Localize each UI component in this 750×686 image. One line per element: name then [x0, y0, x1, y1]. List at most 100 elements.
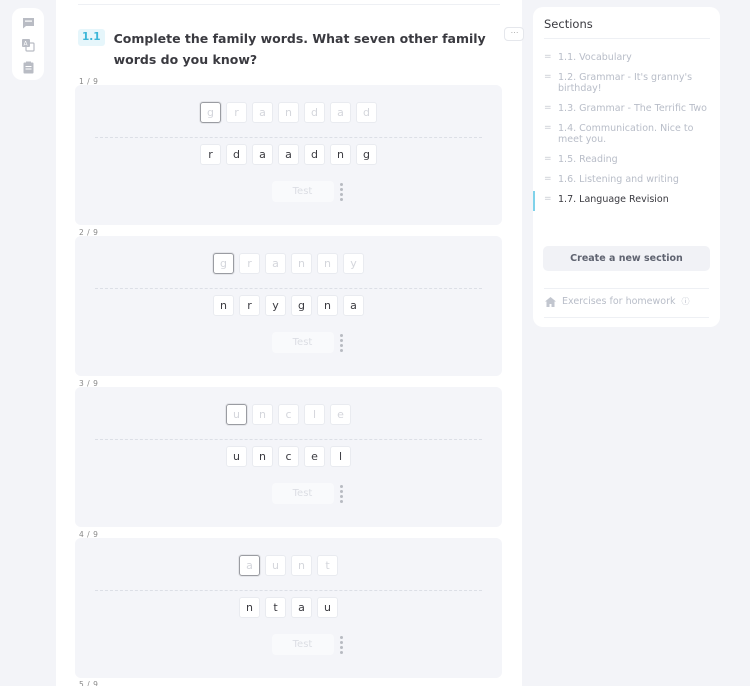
answer-slot[interactable]: d — [356, 102, 377, 123]
letter-tile[interactable]: n — [252, 446, 273, 467]
answer-slot[interactable]: t — [317, 555, 338, 576]
letter-tile[interactable]: g — [291, 295, 312, 316]
letter-tile[interactable]: a — [278, 144, 299, 165]
answer-slot[interactable]: c — [278, 404, 299, 425]
drag-handle-icon[interactable] — [339, 484, 344, 503]
letter-tile[interactable]: r — [200, 144, 221, 165]
letter-tile[interactable]: d — [304, 144, 325, 165]
drag-handle-icon[interactable]: = — [544, 52, 552, 63]
test-row: Test — [75, 332, 502, 353]
letter-tile[interactable]: n — [317, 295, 338, 316]
sections-divider — [544, 38, 710, 39]
answer-slot[interactable]: n — [291, 555, 312, 576]
letter-tile[interactable]: a — [343, 295, 364, 316]
letter-tile[interactable]: l — [330, 446, 351, 467]
comment-icon[interactable] — [20, 15, 36, 31]
letter-tile[interactable]: r — [239, 295, 260, 316]
test-row: Test — [75, 181, 502, 202]
section-label: 1.1. Vocabulary — [558, 52, 632, 63]
answer-slot[interactable]: a — [265, 253, 286, 274]
letter-tile[interactable]: d — [226, 144, 247, 165]
sections-title: Sections — [544, 17, 593, 31]
section-label: 1.3. Grammar - The Terrific Two — [558, 103, 707, 114]
task-card: aunt ntau Test — [75, 538, 502, 678]
letter-tile[interactable]: e — [304, 446, 325, 467]
answer-slot[interactable]: a — [239, 555, 260, 576]
task-card: grandad rdaadng Test — [75, 85, 502, 225]
letter-tile[interactable]: g — [356, 144, 377, 165]
section-item[interactable]: = 1.6. Listening and writing — [533, 174, 720, 185]
task-counter: 5 / 9 — [79, 680, 99, 686]
test-button[interactable]: Test — [271, 181, 334, 202]
section-item[interactable]: = 1.1. Vocabulary — [533, 52, 720, 63]
section-item[interactable]: = 1.7. Language Revision — [533, 191, 720, 211]
answer-slot[interactable]: u — [226, 404, 247, 425]
answer-slots: uncle — [75, 404, 502, 425]
letter-bank: uncel — [75, 446, 502, 467]
letter-tile[interactable]: n — [239, 597, 260, 618]
test-button[interactable]: Test — [271, 483, 334, 504]
drag-handle-icon[interactable]: = — [544, 123, 552, 134]
dashed-divider — [95, 137, 482, 138]
section-label: 1.6. Listening and writing — [558, 174, 679, 185]
letter-tile[interactable]: c — [278, 446, 299, 467]
section-label: 1.4. Communication. Nice to meet you. — [558, 123, 694, 145]
section-item[interactable]: = 1.5. Reading — [533, 154, 720, 165]
drag-handle-icon[interactable]: = — [544, 174, 552, 185]
drag-handle-icon[interactable]: = — [544, 72, 552, 83]
answer-slot[interactable]: u — [265, 555, 286, 576]
letter-tile[interactable]: t — [265, 597, 286, 618]
answer-slot[interactable]: y — [343, 253, 364, 274]
answer-slot[interactable]: r — [239, 253, 260, 274]
drag-handle-icon[interactable] — [339, 635, 344, 654]
section-item[interactable]: = 1.2. Grammar - It's granny's birthday! — [533, 72, 720, 94]
test-button[interactable]: Test — [271, 332, 334, 353]
answer-slot[interactable]: n — [317, 253, 338, 274]
letter-tile[interactable]: a — [252, 144, 273, 165]
letter-bank: rdaadng — [75, 144, 502, 165]
answer-slot[interactable]: l — [304, 404, 325, 425]
section-item[interactable]: = 1.4. Communication. Nice to meet you. — [533, 123, 720, 145]
answer-slots: aunt — [75, 555, 502, 576]
more-options-button[interactable]: ⋯ — [504, 27, 524, 41]
letter-tile[interactable]: n — [213, 295, 234, 316]
sections-panel: Sections = 1.1. Vocabulary = 1.2. Grammar -… — [533, 7, 720, 327]
drag-handle-icon[interactable]: = — [544, 154, 552, 165]
homework-link[interactable]: Exercises for homework ⓘ — [545, 296, 690, 307]
section-label: 1.5. Reading — [558, 154, 618, 165]
clipboard-icon[interactable] — [20, 59, 36, 75]
answer-slot[interactable]: r — [226, 102, 247, 123]
homework-divider-top — [544, 288, 709, 289]
letter-tile[interactable]: a — [291, 597, 312, 618]
test-button[interactable]: Test — [271, 634, 334, 655]
drag-handle-icon[interactable]: = — [544, 194, 552, 205]
answer-slot[interactable]: g — [213, 253, 234, 274]
top-divider — [78, 4, 500, 5]
translate-icon[interactable]: A — [20, 37, 36, 53]
answer-slot[interactable]: n — [291, 253, 312, 274]
answer-slot[interactable]: n — [278, 102, 299, 123]
letter-tile[interactable]: u — [317, 597, 338, 618]
homework-divider-bottom — [544, 317, 709, 318]
section-item[interactable]: = 1.3. Grammar - The Terrific Two — [533, 103, 720, 114]
drag-handle-icon[interactable] — [339, 333, 344, 352]
answer-slot[interactable]: a — [330, 102, 351, 123]
letter-tile[interactable]: u — [226, 446, 247, 467]
exercise-header: 1.1 Complete the family words. What seve… — [78, 28, 498, 70]
answer-slot[interactable]: a — [252, 102, 273, 123]
letter-tile[interactable]: y — [265, 295, 286, 316]
create-section-button[interactable]: Create a new section — [543, 246, 710, 271]
answer-slot[interactable]: g — [200, 102, 221, 123]
task-card: granny nrygna Test — [75, 236, 502, 376]
test-row: Test — [75, 634, 502, 655]
homework-label: Exercises for homework — [562, 296, 676, 307]
drag-handle-icon[interactable] — [339, 182, 344, 201]
exercise-title: Complete the family words. What seven ot… — [113, 31, 486, 67]
answer-slot[interactable]: e — [330, 404, 351, 425]
sections-list: = 1.1. Vocabulary = 1.2. Grammar - It's gra… — [533, 52, 720, 214]
info-icon[interactable]: ⓘ — [682, 296, 690, 307]
answer-slot[interactable]: n — [252, 404, 273, 425]
drag-handle-icon[interactable]: = — [544, 103, 552, 114]
answer-slot[interactable]: d — [304, 102, 325, 123]
letter-tile[interactable]: n — [330, 144, 351, 165]
